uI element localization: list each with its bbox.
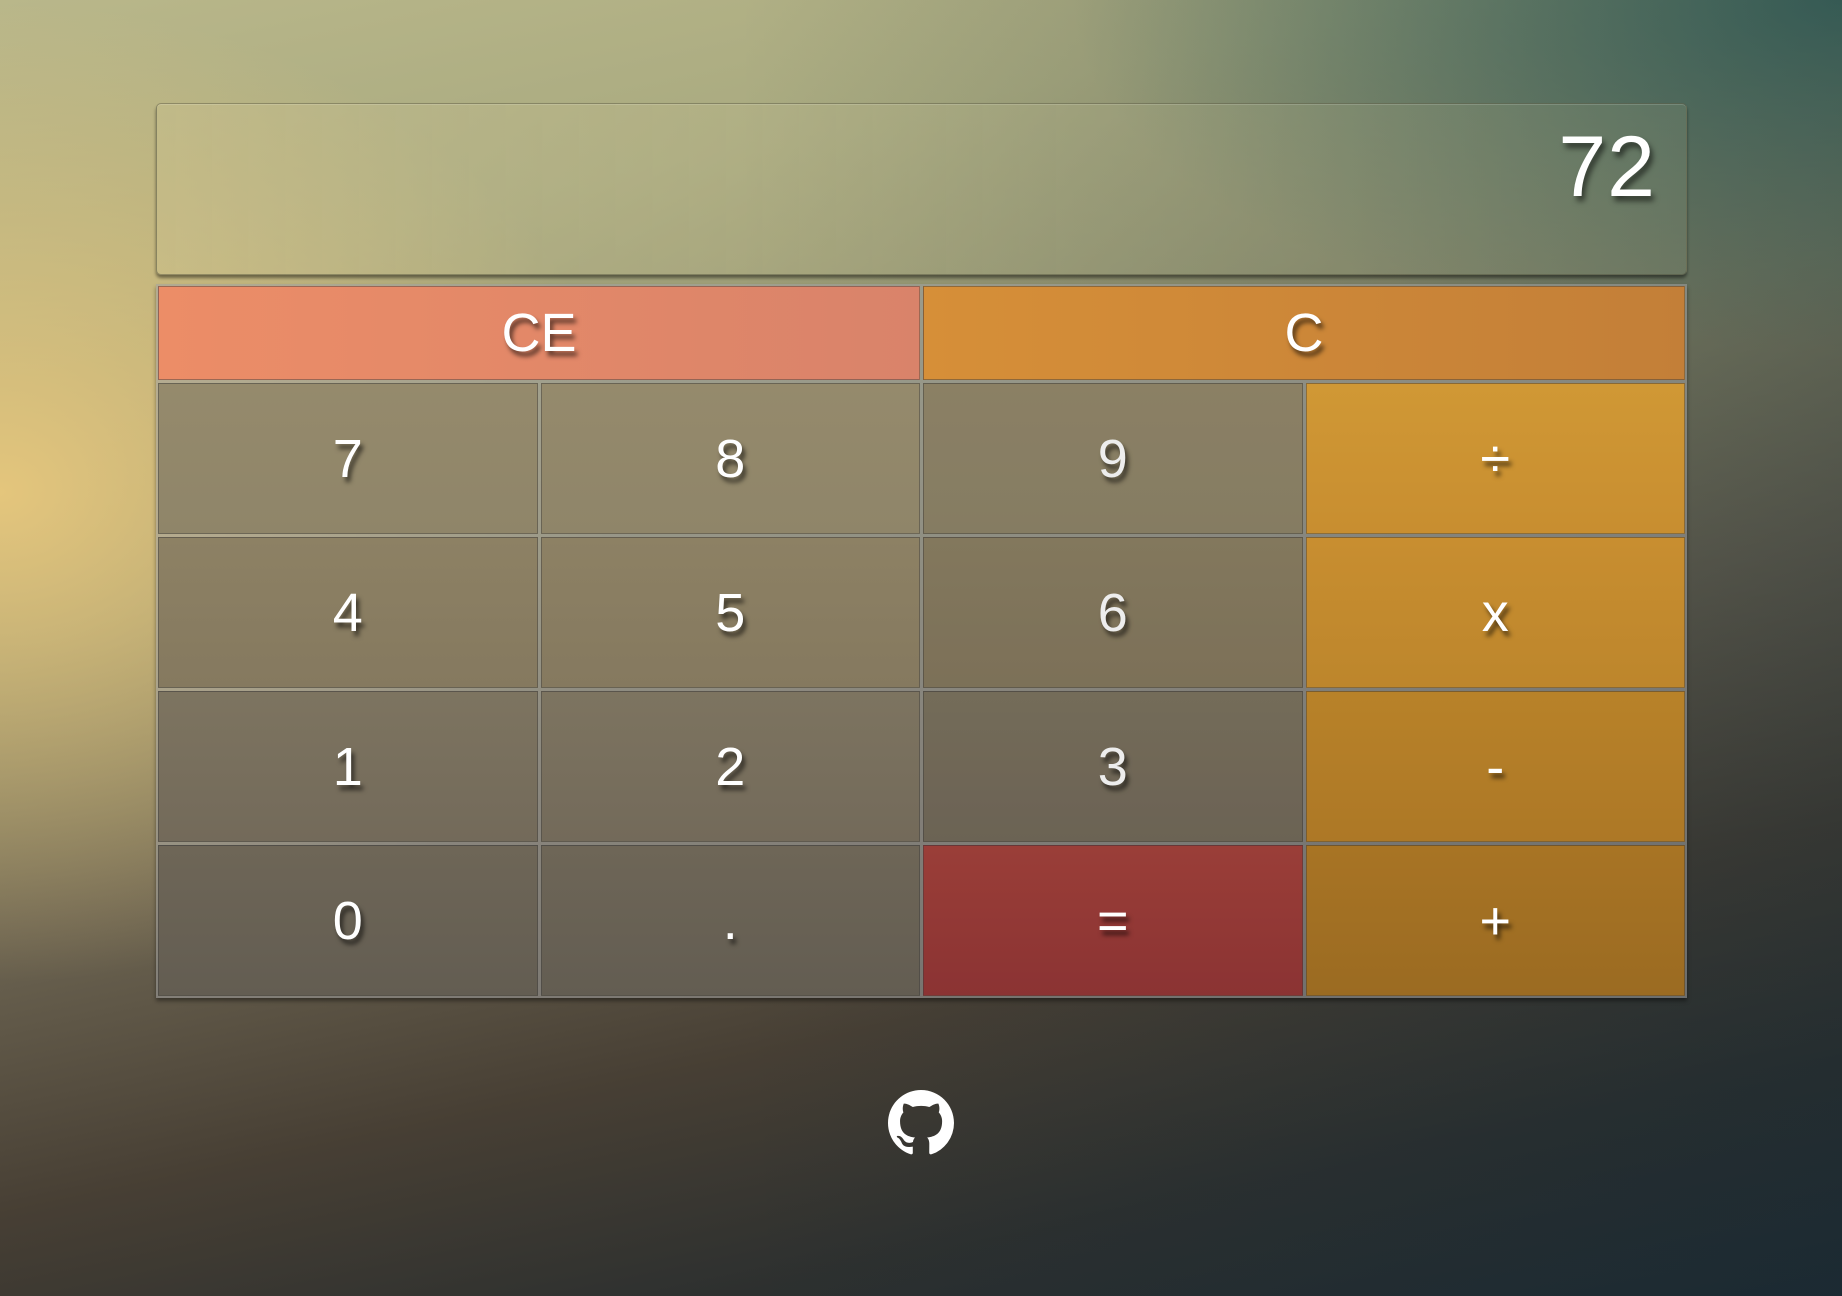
- digit-7-button[interactable]: 7: [158, 383, 538, 534]
- decimal-point-button[interactable]: .: [540, 845, 920, 996]
- github-icon[interactable]: [888, 1090, 954, 1156]
- display-value: 72: [1558, 119, 1656, 215]
- clear-entry-button[interactable]: CE: [158, 286, 920, 380]
- keypad: CE C 7 8 9 ÷ 4 5 6 x 1 2 3 - 0 . = +: [156, 284, 1687, 998]
- equals-button[interactable]: =: [923, 845, 1303, 996]
- calculator: 72 CE C 7 8 9 ÷ 4 5 6 x 1 2 3 - 0 . = +: [156, 103, 1687, 998]
- digit-2-button[interactable]: 2: [540, 691, 920, 842]
- digit-3-button[interactable]: 3: [923, 691, 1303, 842]
- digit-5-button[interactable]: 5: [540, 537, 920, 688]
- add-button[interactable]: +: [1305, 845, 1685, 996]
- subtract-button[interactable]: -: [1305, 691, 1685, 842]
- digit-9-button[interactable]: 9: [923, 383, 1303, 534]
- digit-0-button[interactable]: 0: [158, 845, 538, 996]
- clear-button[interactable]: C: [923, 286, 1685, 380]
- divide-button[interactable]: ÷: [1305, 383, 1685, 534]
- multiply-button[interactable]: x: [1305, 537, 1685, 688]
- calculator-display: 72: [156, 103, 1687, 275]
- footer: [0, 1090, 1842, 1156]
- digit-6-button[interactable]: 6: [923, 537, 1303, 688]
- digit-8-button[interactable]: 8: [540, 383, 920, 534]
- digit-1-button[interactable]: 1: [158, 691, 538, 842]
- digit-4-button[interactable]: 4: [158, 537, 538, 688]
